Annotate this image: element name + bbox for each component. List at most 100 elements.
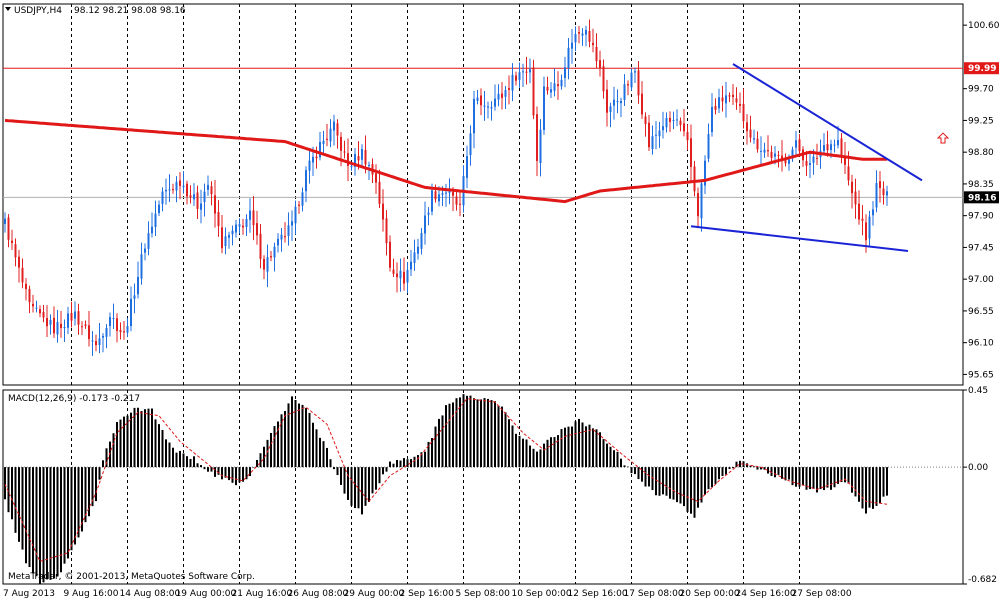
candle-body — [242, 225, 244, 228]
candle-body — [35, 307, 38, 309]
candle-body — [217, 212, 220, 227]
candle-body — [315, 156, 318, 159]
candle-body — [875, 183, 878, 208]
candle-body — [473, 98, 475, 134]
candle-body — [833, 144, 836, 146]
candle-body — [665, 117, 668, 128]
candle-body — [767, 150, 769, 152]
candle-body — [837, 139, 839, 146]
candle-body — [641, 93, 643, 115]
candle-body — [508, 88, 510, 90]
candle-body — [228, 234, 230, 238]
candle-body — [340, 136, 342, 151]
candle-body — [49, 319, 52, 325]
x-tick-label: 19 Aug 00:00 — [176, 589, 237, 599]
candle-body — [532, 67, 535, 116]
candle-body — [147, 233, 150, 249]
candle-body — [494, 98, 496, 107]
candle-body — [130, 298, 132, 327]
current-price-label: 98.16 — [968, 193, 996, 203]
candle-body — [221, 227, 223, 249]
candle-body — [546, 86, 549, 91]
candle-body — [847, 166, 850, 181]
candle-body — [112, 318, 115, 320]
candle-body — [651, 136, 654, 150]
x-tick-label: 10 Sep 00:00 — [512, 589, 572, 599]
candle-body — [298, 204, 300, 206]
x-tick-label: 12 Sep 16:00 — [568, 589, 628, 599]
candle-body — [662, 126, 664, 131]
up-arrow-icon[interactable] — [936, 132, 950, 144]
candle-body — [287, 225, 290, 236]
candle-body — [865, 222, 867, 241]
candle-body — [7, 217, 10, 240]
candle-body — [4, 218, 6, 224]
x-tick-label: 20 Sep 00:00 — [680, 589, 740, 599]
candle-body — [553, 83, 556, 91]
candle-body — [746, 122, 748, 132]
moving-average-line[interactable] — [4, 118, 887, 204]
candle-body — [39, 309, 41, 314]
chart-menu-icon[interactable] — [5, 7, 11, 11]
candle-body — [140, 254, 143, 279]
y-tick-label: 97.90 — [968, 212, 994, 222]
candle-body — [518, 72, 521, 80]
candle-body — [504, 90, 507, 97]
candle-body — [466, 156, 468, 178]
candle-body — [581, 33, 584, 36]
candle-body — [273, 246, 276, 258]
candle-body — [676, 119, 678, 121]
lower-trend-line[interactable] — [690, 225, 909, 252]
candle-body — [123, 331, 125, 333]
copyright-text: MetaTrader, © 2001-2013, MetaQuotes Soft… — [8, 572, 255, 582]
candle-body — [144, 248, 146, 253]
candle-body — [116, 318, 118, 331]
candle-body — [830, 144, 832, 150]
macd-panel-frame — [2, 389, 964, 585]
candle-body — [266, 257, 269, 272]
candle-body — [812, 156, 815, 163]
candle-body — [749, 129, 752, 138]
chart-symbol-label: USDJPY,H4 — [14, 6, 62, 16]
candle-body — [441, 193, 444, 195]
candle-body — [452, 191, 454, 196]
candle-body — [742, 103, 745, 122]
y-tick-label: 99.70 — [968, 85, 994, 95]
candle-body — [294, 206, 297, 224]
candle-body — [592, 42, 594, 46]
candle-body — [385, 218, 388, 244]
candle-body — [175, 181, 178, 191]
candle-body — [46, 318, 48, 327]
candle-body — [774, 153, 776, 157]
candle-body — [872, 209, 874, 216]
candle-body — [627, 84, 629, 86]
candle-body — [133, 295, 136, 299]
candle-body — [189, 195, 192, 198]
candle-body — [693, 166, 696, 192]
candle-body — [165, 189, 167, 192]
candle-body — [77, 311, 80, 325]
candle-body — [182, 185, 185, 188]
candle-body — [588, 31, 591, 42]
candle-body — [186, 183, 188, 197]
candle-body — [319, 141, 321, 158]
candle-body — [119, 330, 122, 333]
candle-body — [725, 95, 727, 104]
candle-body — [522, 71, 524, 73]
candle-body — [420, 233, 423, 249]
candle-body — [343, 151, 346, 153]
candle-body — [238, 224, 241, 227]
candle-body — [329, 128, 332, 142]
candle-body — [770, 151, 773, 158]
candle-body — [714, 105, 717, 110]
candle-body — [410, 261, 412, 270]
candle-body — [137, 276, 139, 295]
candle-body — [690, 138, 692, 167]
candle-body — [21, 267, 24, 283]
y-tick-label: 96.10 — [968, 339, 994, 349]
candle-body — [798, 139, 801, 152]
candle-body — [823, 145, 825, 152]
candle-body — [203, 191, 206, 202]
candle-body — [305, 170, 307, 192]
candle-body — [578, 32, 580, 34]
